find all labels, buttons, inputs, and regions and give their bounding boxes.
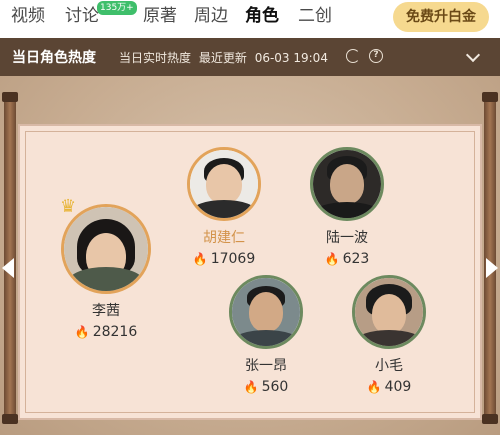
updated-time: 06-03 19:04 <box>254 51 328 65</box>
updated-label: 最近更新 <box>198 51 247 65</box>
character-name: 小毛 <box>375 358 403 374</box>
character-card-rank-4[interactable]: 张一昂 🔥 560 <box>218 275 314 395</box>
section-title: 当日角色热度 <box>12 50 96 66</box>
heat-ranking-header: 当日角色热度 当日实时热度 最近更新 06-03 19:04 ? <box>0 38 500 76</box>
tab-fan-creations[interactable]: 二创 <box>298 5 332 27</box>
flame-icon: 🔥 <box>324 252 340 266</box>
heat-score: 🔥 623 <box>324 251 370 267</box>
ranking-stage: ♛ 李茜 🔥28216 胡建仁 🔥17069 <box>0 76 500 435</box>
heat-score: 🔥 409 <box>366 379 412 395</box>
character-card-rank-5[interactable]: 小毛 🔥 409 <box>341 275 437 395</box>
heat-score: 🔥 28216 <box>74 324 138 340</box>
character-card-rank-1[interactable]: ♛ 李茜 🔥28216 <box>56 198 156 340</box>
update-info: 当日实时热度 最近更新 06-03 19:04 <box>119 49 332 66</box>
tab-characters[interactable]: 角色 <box>245 5 279 27</box>
flame-icon: 🔥 <box>192 252 208 266</box>
character-name: 李茜 <box>92 303 120 319</box>
tab-video[interactable]: 视频 <box>11 5 45 27</box>
flame-icon: 🔥 <box>366 380 382 394</box>
tab-merch[interactable]: 周边 <box>194 5 228 27</box>
character-name: 胡建仁 <box>203 230 245 246</box>
realtime-label: 当日实时热度 <box>119 51 192 65</box>
avatar <box>187 147 261 221</box>
refresh-icon[interactable] <box>346 49 360 63</box>
avatar <box>61 204 151 294</box>
help-icon[interactable]: ? <box>369 49 383 63</box>
upgrade-vip-button[interactable]: 免费升白金 <box>393 2 489 32</box>
heat-score: 🔥 560 <box>243 379 289 395</box>
top-tab-bar: 视频 讨论 135万+ 原著 周边 角色 二创 免费升白金 <box>0 0 500 36</box>
next-arrow-icon[interactable] <box>486 258 498 278</box>
avatar <box>310 147 384 221</box>
character-name: 张一昂 <box>245 358 287 374</box>
character-name: 陆一波 <box>326 230 368 246</box>
character-card-rank-2[interactable]: 胡建仁 🔥 17069 <box>176 147 272 267</box>
flame-icon: 🔥 <box>74 325 90 339</box>
chevron-down-icon[interactable] <box>465 47 481 63</box>
avatar <box>352 275 426 349</box>
heat-score: 🔥 17069 <box>192 251 256 267</box>
character-card-rank-3[interactable]: 陆一波 🔥 623 <box>299 147 395 267</box>
flame-icon: 🔥 <box>243 380 259 394</box>
previous-arrow-icon[interactable] <box>2 258 14 278</box>
discussion-count-badge: 135万+ <box>97 1 137 15</box>
tab-discussion[interactable]: 讨论 <box>65 5 99 27</box>
tab-original[interactable]: 原著 <box>143 5 177 27</box>
avatar <box>229 275 303 349</box>
